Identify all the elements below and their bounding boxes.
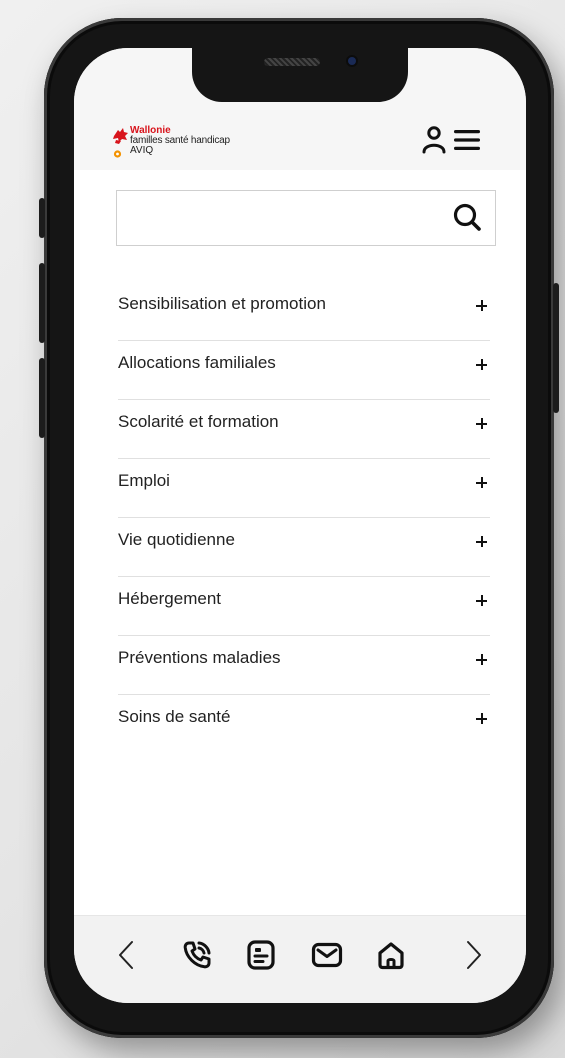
chevron-left-icon xyxy=(119,941,133,969)
volume-down-button xyxy=(39,358,45,438)
hamburger-menu-icon xyxy=(454,130,480,150)
phone-icon xyxy=(183,941,211,969)
chevron-right-icon xyxy=(467,941,481,969)
phone-button[interactable] xyxy=(180,938,214,972)
search-button[interactable] xyxy=(451,201,483,233)
aviq-logo[interactable]: Wallonie familles santé handicap AVIQ xyxy=(112,126,230,160)
power-button xyxy=(553,283,559,413)
menu-item-label: Soins de santé xyxy=(118,707,231,726)
speaker-grille xyxy=(264,58,320,66)
front-camera xyxy=(348,57,356,65)
plus-icon[interactable] xyxy=(476,300,488,312)
menu-item-hebergement[interactable]: Hébergement xyxy=(118,577,490,636)
menu-item-label: Préventions maladies xyxy=(118,648,281,667)
plus-icon[interactable] xyxy=(476,536,488,548)
menu-item-sensibilisation[interactable]: Sensibilisation et promotion xyxy=(118,282,490,341)
menu-item-label: Allocations familiales xyxy=(118,353,276,372)
plus-icon[interactable] xyxy=(476,713,488,725)
menu-item-label: Scolarité et formation xyxy=(118,412,279,431)
forward-button[interactable] xyxy=(456,938,490,972)
menu-item-scolarite[interactable]: Scolarité et formation xyxy=(118,400,490,459)
mute-switch xyxy=(39,198,45,238)
menu-item-vie-quotidienne[interactable]: Vie quotidienne xyxy=(118,518,490,577)
menu-item-label: Vie quotidienne xyxy=(118,530,235,549)
document-button[interactable] xyxy=(244,938,278,972)
user-account-button[interactable] xyxy=(421,126,447,154)
user-icon xyxy=(422,126,446,154)
menu-item-preventions[interactable]: Préventions maladies xyxy=(118,636,490,695)
mail-icon xyxy=(311,942,343,968)
plus-icon[interactable] xyxy=(476,654,488,666)
menu-item-emploi[interactable]: Emploi xyxy=(118,459,490,518)
menu-item-soins[interactable]: Soins de santé xyxy=(118,695,490,753)
search-box xyxy=(116,190,496,246)
category-menu: Sensibilisation et promotion Allocations… xyxy=(118,282,490,753)
menu-item-allocations[interactable]: Allocations familiales xyxy=(118,341,490,400)
plus-icon[interactable] xyxy=(476,359,488,371)
search-icon xyxy=(453,203,481,231)
home-icon xyxy=(378,942,404,970)
wallonie-rooster-icon xyxy=(112,126,129,160)
phone-screen: Wallonie familles santé handicap AVIQ Se… xyxy=(74,48,526,1003)
back-button[interactable] xyxy=(110,938,144,972)
notch xyxy=(192,48,408,102)
phone-device: Wallonie familles santé handicap AVIQ Se… xyxy=(39,18,559,1038)
hamburger-menu-button[interactable] xyxy=(452,128,482,152)
document-icon xyxy=(247,940,275,970)
plus-icon[interactable] xyxy=(476,595,488,607)
volume-up-button xyxy=(39,263,45,343)
menu-item-label: Hébergement xyxy=(118,589,222,608)
plus-icon[interactable] xyxy=(476,477,488,489)
plus-icon[interactable] xyxy=(476,418,488,430)
mail-button[interactable] xyxy=(310,938,344,972)
menu-item-label: Sensibilisation et promotion xyxy=(118,294,326,313)
logo-aviq-text: AVIQ xyxy=(130,145,154,156)
search-input[interactable] xyxy=(117,191,457,243)
bottom-navigation-bar xyxy=(74,915,526,1003)
home-button[interactable] xyxy=(374,938,408,972)
menu-item-label: Emploi xyxy=(118,471,170,490)
